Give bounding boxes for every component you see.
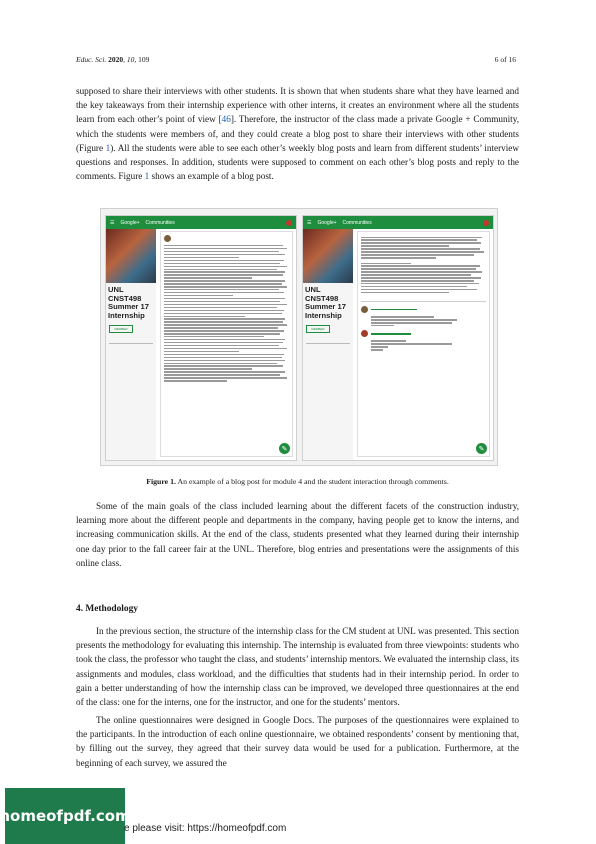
blog-post-card (160, 231, 293, 457)
section-label: Communities (342, 219, 372, 226)
section-heading-methodology: 4. Methodology (76, 604, 138, 614)
avatar (164, 235, 171, 242)
community-panel-2: UNL CNST498 Summer 17 Internship MEMBER (303, 229, 353, 460)
section-label: Communities (145, 219, 175, 226)
profile-icon (483, 219, 489, 226)
search-community-field (109, 337, 153, 344)
screenshot-comments: ☰ Google+ Communities UNL CNST498 Summer… (302, 215, 494, 461)
community-banner-image (106, 229, 156, 283)
paragraph-questionnaires: The online questionnaires were designed … (76, 715, 519, 768)
post-body-text (164, 245, 289, 382)
post-continued-text (361, 236, 486, 294)
google-plus-bar-2: ☰ Google+ Communities (303, 216, 493, 229)
edit-fab-icon: ✎ (476, 443, 487, 454)
figure-1-screenshots: ☰ Google+ Communities UNL CNST498 Summer… (100, 208, 498, 466)
edit-fab-icon: ✎ (279, 443, 290, 454)
avatar (361, 330, 368, 338)
community-banner-image (303, 229, 353, 283)
paragraph-goals: Some of the main goals of the class incl… (76, 501, 519, 568)
page-number: 6 of 16 (494, 55, 516, 64)
community-title: UNL CNST498 Summer 17 Internship (305, 285, 346, 320)
paragraph-intro: supposed to share their interviews with … (76, 86, 520, 182)
community-panel: UNL CNST498 Summer 17 Internship MEMBER (106, 229, 156, 460)
figure-caption: Figure 1. An example of a blog post for … (146, 477, 449, 486)
menu-icon: ☰ (110, 219, 115, 226)
brand-label: Google+ (120, 219, 140, 226)
watermark-logo: homeofpdf.com (0, 788, 131, 844)
menu-icon: ☰ (307, 219, 312, 226)
reference-link[interactable]: 46 (222, 114, 231, 124)
google-plus-bar: ☰ Google+ Communities (106, 216, 296, 229)
avatar (361, 306, 368, 314)
community-title: UNL CNST498 Summer 17 Internship (108, 285, 149, 320)
member-button: MEMBER (109, 325, 133, 333)
screenshot-blog-post: ☰ Google+ Communities UNL CNST498 Summer… (105, 215, 297, 461)
search-community-field (306, 337, 350, 344)
brand-label: Google+ (317, 219, 337, 226)
member-button: MEMBER (306, 325, 330, 333)
running-header-citation: Educ. Sci. 2020, 10, 109 (76, 55, 150, 64)
profile-icon (286, 219, 292, 226)
comment-thread (361, 306, 486, 351)
post-author-line (174, 237, 175, 241)
watermark-text: e please visit: https://homeofpdf.com (124, 823, 287, 834)
paragraph-methodology: In the previous section, the structure o… (76, 626, 519, 708)
comments-card (357, 231, 490, 457)
